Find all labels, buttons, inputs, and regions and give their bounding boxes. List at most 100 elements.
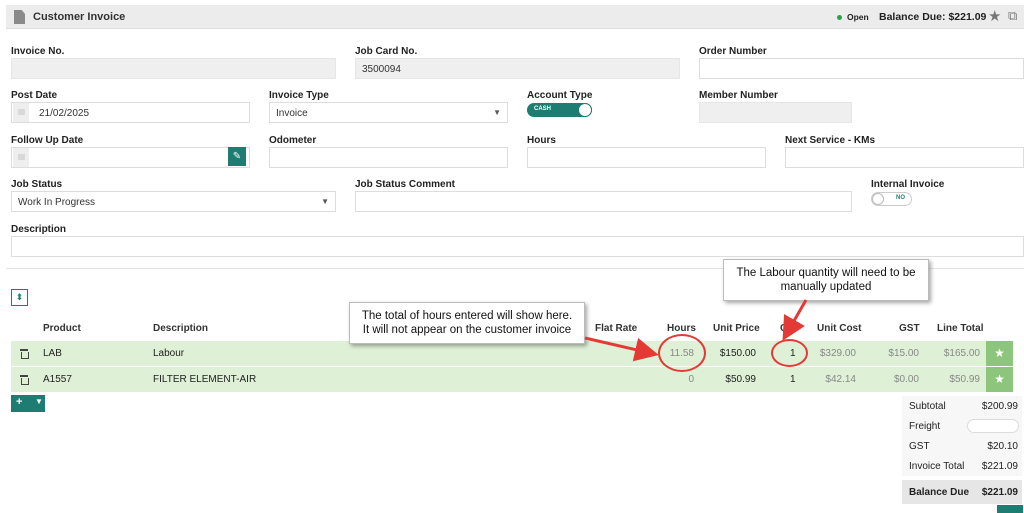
sort-lines-button[interactable]: ⬍ [11, 289, 28, 306]
job-card-no-label: Job Card No. [355, 46, 418, 57]
freight-label: Freight [909, 421, 941, 432]
subtotal-label: Subtotal [909, 401, 946, 412]
trash-icon[interactable] [20, 349, 29, 359]
subtotal-value: $200.99 [981, 401, 1018, 412]
account-type-toggle-label: CASH [534, 106, 552, 112]
subtotal-row: Subtotal $200.99 [902, 396, 1022, 416]
hours-field[interactable] [527, 147, 766, 168]
star-icon: ★ [994, 372, 1005, 386]
col-header-unit-cost: Unit Cost [817, 323, 862, 334]
job-status-select[interactable]: Work In Progress ▼ [11, 191, 336, 212]
order-number-field[interactable] [699, 58, 1024, 79]
qty-highlight-ring [771, 339, 808, 367]
hours-annotation: The total of hours entered will show her… [349, 302, 585, 344]
member-number-field[interactable] [699, 102, 852, 123]
description-label: Description [11, 224, 67, 235]
invoice-total-row: Invoice Total $221.09 [902, 456, 1022, 476]
internal-invoice-toggle-label: NO [896, 195, 905, 201]
job-status-label: Job Status [11, 179, 63, 190]
calendar-icon[interactable] [13, 148, 29, 167]
invoice-type-select[interactable]: Invoice ▼ [269, 102, 508, 123]
status-badge: Open [847, 12, 869, 22]
row-description: Labour [153, 348, 185, 359]
order-number-label: Order Number [699, 46, 767, 57]
edit-follow-up-button[interactable]: ✎ [228, 147, 246, 166]
description-field[interactable] [11, 236, 1024, 257]
row-line-total: $50.99 [949, 374, 980, 385]
row-product: LAB [43, 348, 62, 359]
calendar-icon[interactable] [13, 103, 29, 122]
invoice-type-label: Invoice Type [269, 90, 329, 101]
col-header-product: Product [43, 323, 81, 334]
favourite-line-button[interactable]: ★ [986, 341, 1013, 366]
freight-input[interactable] [967, 419, 1019, 433]
sort-icon: ⬍ [15, 292, 24, 302]
add-line-button[interactable]: + ▼ [11, 395, 45, 412]
follow-up-date-field[interactable] [11, 147, 250, 168]
page-header: Customer Invoice Open Balance Due: $221.… [6, 5, 1024, 29]
row-qty[interactable]: 1 [790, 374, 796, 385]
header-balance-due: Balance Due: $221.09 [879, 11, 987, 23]
col-header-description: Description [153, 323, 209, 334]
invoice-no-label: Invoice No. [11, 46, 65, 57]
col-header-hours: Hours [667, 323, 696, 334]
account-type-toggle[interactable]: CASH [527, 103, 592, 117]
chevron-down-icon[interactable]: ▼ [35, 397, 43, 406]
invoice-type-value: Invoice [276, 108, 308, 119]
external-link-icon[interactable]: ⧉ [1008, 8, 1017, 24]
odometer-field[interactable] [269, 147, 508, 168]
col-header-line-total: Line Total [937, 323, 984, 334]
gst-row: GST $20.10 [902, 436, 1022, 456]
row-line-total: $165.00 [943, 348, 980, 359]
internal-invoice-label: Internal Invoice [871, 179, 945, 190]
favourite-line-button[interactable]: ★ [986, 367, 1013, 392]
qty-annotation: The Labour quantity will need to be manu… [723, 259, 929, 301]
next-service-label: Next Service - KMs [785, 135, 876, 146]
chevron-down-icon: ▼ [493, 108, 501, 117]
follow-up-date-label: Follow Up Date [11, 135, 84, 146]
row-unit-price[interactable]: $50.99 [700, 374, 756, 385]
balance-due-label: Balance Due [909, 487, 970, 498]
col-header-flat-rate: Flat Rate [595, 323, 638, 334]
trash-icon[interactable] [20, 375, 29, 385]
document-icon [14, 10, 25, 24]
col-header-unit-price: Unit Price [713, 323, 760, 334]
row-description: FILTER ELEMENT-AIR [153, 374, 257, 385]
invoice-no-field[interactable] [11, 58, 336, 79]
invoice-total-value: $221.09 [981, 461, 1018, 472]
row-hours: 0 [688, 374, 694, 385]
balance-due-row: Balance Due $221.09 [902, 480, 1022, 504]
invoice-total-label: Invoice Total [909, 461, 965, 472]
chevron-down-icon: ▼ [321, 197, 329, 206]
post-date-field[interactable]: 21/02/2025 [11, 102, 250, 123]
row-gst: $15.00 [888, 348, 919, 359]
gst-label: GST [909, 441, 930, 452]
member-number-label: Member Number [699, 90, 778, 101]
star-icon[interactable]: ★ [988, 7, 1001, 25]
save-button[interactable] [997, 505, 1023, 513]
job-card-no-field[interactable]: 3500094 [355, 58, 680, 79]
row-unit-cost: $329.00 [819, 348, 856, 359]
job-status-value: Work In Progress [18, 197, 96, 208]
row-product: A1557 [43, 374, 72, 385]
star-icon: ★ [994, 346, 1005, 360]
next-service-field[interactable] [785, 147, 1024, 168]
col-header-qty: Qty [780, 323, 797, 334]
odometer-label: Odometer [269, 135, 317, 146]
status-dot-icon [837, 15, 842, 20]
gst-value: $20.10 [987, 441, 1018, 452]
edit-icon: ✎ [232, 151, 242, 162]
hours-highlight-ring [658, 334, 706, 372]
post-date-label: Post Date [11, 90, 58, 101]
page-title: Customer Invoice [33, 11, 126, 23]
toggle-knob [872, 193, 884, 205]
balance-due-value: $221.09 [981, 487, 1018, 498]
row-gst: $0.00 [893, 374, 919, 385]
col-header-gst: GST [899, 323, 920, 334]
row-unit-price[interactable]: $150.00 [700, 348, 756, 359]
account-type-label: Account Type [527, 90, 593, 101]
internal-invoice-toggle[interactable]: NO [871, 192, 912, 206]
job-status-comment-field[interactable] [355, 191, 852, 212]
job-status-comment-label: Job Status Comment [355, 179, 456, 190]
plus-icon: + [16, 396, 23, 408]
